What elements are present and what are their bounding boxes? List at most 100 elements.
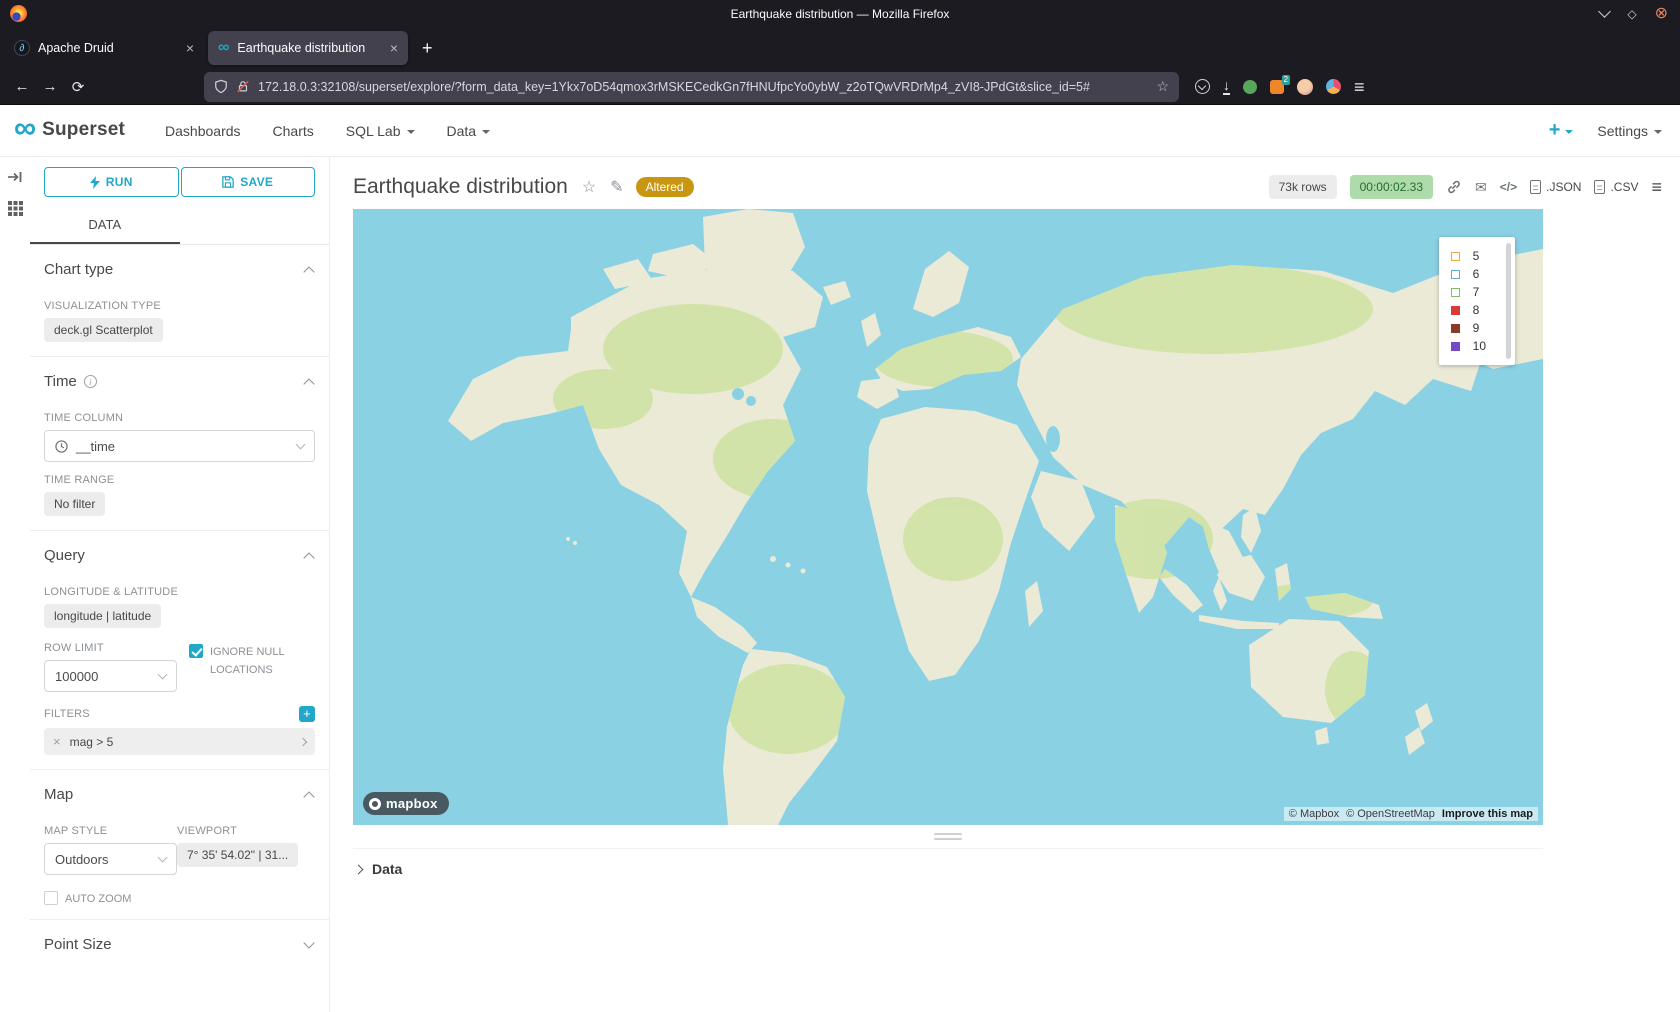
filter-chip[interactable]: × mag > 5 [44, 728, 315, 755]
copy-link-icon[interactable] [1446, 179, 1462, 195]
tab-close-icon[interactable]: × [186, 40, 194, 56]
close-icon[interactable]: ⊗ [1655, 6, 1668, 22]
legend-swatch-icon [1451, 324, 1460, 333]
chevron-down-icon [296, 440, 306, 450]
brand-name: Superset [42, 119, 125, 141]
map-canvas[interactable]: 5678910 mapbox © Mapbox © OpenStreetMap … [353, 209, 1543, 825]
favorite-star-icon[interactable]: ☆ [582, 177, 596, 197]
chevron-down-icon [158, 670, 168, 680]
insecure-lock-icon[interactable] [236, 79, 250, 94]
export-json-button[interactable]: .JSON [1530, 180, 1581, 194]
time-column-select[interactable]: __time [44, 430, 315, 462]
nav-item-sql-lab[interactable]: SQL Lab [346, 123, 415, 139]
viewport-tag[interactable]: 7° 35' 54.02" | 31... [177, 843, 298, 867]
run-label: RUN [106, 175, 133, 189]
embed-code-icon[interactable]: </> [1500, 180, 1517, 194]
email-share-icon[interactable]: ✉ [1475, 179, 1487, 196]
export-csv-button[interactable]: .CSV [1594, 180, 1638, 194]
section-time[interactable]: Timei [30, 357, 329, 400]
export-json-label: .JSON [1546, 180, 1581, 194]
map-style-select[interactable]: Outdoors [44, 843, 177, 875]
chevron-right-icon [354, 864, 364, 874]
tab-earthquake-distribution[interactable]: ∞ Earthquake distribution × [208, 31, 408, 65]
run-button[interactable]: RUN [44, 167, 179, 197]
pocket-icon[interactable] [1195, 79, 1210, 94]
new-tab-button[interactable]: + [422, 38, 433, 59]
attribution-osm[interactable]: © OpenStreetMap [1346, 808, 1435, 820]
lonlat-tag[interactable]: longitude | latitude [44, 604, 161, 628]
add-filter-button[interactable]: + [299, 706, 315, 722]
field-label: TIME COLUMN [44, 412, 123, 424]
nav-item-data[interactable]: Data [447, 123, 491, 139]
save-label: SAVE [240, 175, 273, 189]
reload-icon[interactable]: ⟳ [64, 74, 92, 100]
url-bar[interactable]: 172.18.0.3:32108/superset/explore/?form_… [204, 72, 1179, 102]
field-label: VIEWPORT [177, 825, 237, 837]
minimize-icon[interactable] [1598, 5, 1611, 18]
section-title: Point Size [44, 936, 112, 953]
file-icon [1594, 180, 1605, 194]
auto-zoom-checkbox[interactable]: AUTO ZOOM [44, 891, 315, 905]
section-chart-type[interactable]: Chart type [30, 245, 329, 288]
attribution-improve-link[interactable]: Improve this map [1442, 808, 1533, 820]
resize-handle[interactable] [353, 833, 1543, 840]
superset-infinity-icon: ∞ [14, 114, 36, 142]
left-icon-strip [0, 157, 30, 1012]
superset-navbar: ∞ Superset Dashboards Charts SQL Lab Dat… [0, 105, 1680, 157]
section-point-size[interactable]: Point Size [30, 920, 329, 963]
nav-label: SQL Lab [346, 123, 401, 139]
profile-avatar[interactable] [1297, 79, 1313, 95]
back-icon[interactable]: ← [8, 74, 36, 100]
bookmark-star-icon[interactable]: ☆ [1156, 78, 1169, 95]
menu-icon[interactable]: ≡ [1354, 78, 1365, 96]
extension-pinwheel-icon[interactable] [1326, 79, 1341, 94]
add-new-button[interactable]: + [1549, 119, 1574, 142]
time-range-tag[interactable]: No filter [44, 492, 105, 516]
data-results-section[interactable]: Data [353, 848, 1543, 889]
chevron-down-icon [158, 853, 168, 863]
nav-item-dashboards[interactable]: Dashboards [165, 123, 241, 139]
save-button[interactable]: SAVE [181, 167, 316, 197]
chevron-right-icon [299, 737, 307, 745]
checkbox-checked-icon[interactable] [189, 644, 203, 658]
tracking-shield-icon[interactable] [214, 79, 228, 94]
attribution-mapbox[interactable]: © Mapbox [1289, 808, 1339, 820]
checkbox-label: IGNORE NULL LOCATIONS [210, 644, 315, 679]
altered-badge[interactable]: Altered [636, 177, 694, 197]
firefox-icon [10, 5, 27, 22]
superset-logo[interactable]: ∞ Superset [14, 119, 125, 142]
forward-icon[interactable]: → [36, 74, 64, 100]
tab-close-icon[interactable]: × [390, 40, 398, 56]
url-text[interactable]: 172.18.0.3:32108/superset/explore/?form_… [258, 80, 1148, 94]
settings-menu[interactable]: Settings [1597, 123, 1662, 139]
row-limit-select[interactable]: 100000 [44, 660, 177, 692]
maximize-icon[interactable]: ◇ [1627, 7, 1636, 21]
legend-swatch-icon [1451, 252, 1460, 261]
downloads-icon[interactable]: ↓ [1223, 78, 1230, 96]
data-section-label: Data [372, 861, 402, 877]
nav-label: Charts [273, 123, 314, 139]
extension-green-icon[interactable] [1243, 80, 1257, 94]
nav-label: Dashboards [165, 123, 241, 139]
row-count-badge: 73k rows [1269, 175, 1337, 199]
chevron-up-icon [303, 266, 314, 277]
expand-panel-icon[interactable] [7, 169, 23, 185]
mapbox-logo[interactable]: mapbox [363, 792, 449, 815]
checkbox-unchecked-icon[interactable] [44, 891, 58, 905]
export-csv-label: .CSV [1610, 180, 1638, 194]
nav-item-charts[interactable]: Charts [273, 123, 314, 139]
section-map[interactable]: Map [30, 770, 329, 813]
viz-type-tag[interactable]: deck.gl Scatterplot [44, 318, 163, 342]
ignore-null-checkbox[interactable]: IGNORE NULL LOCATIONS [189, 644, 315, 679]
map-attribution: © Mapbox © OpenStreetMap Improve this ma… [1284, 807, 1538, 821]
tab-data[interactable]: DATA [30, 209, 180, 244]
edit-properties-icon[interactable]: ✎ [610, 177, 623, 197]
datasource-grid-icon[interactable] [8, 201, 23, 216]
section-query[interactable]: Query [30, 531, 329, 574]
lightning-icon [90, 176, 100, 189]
tab-apache-druid[interactable]: ∂ Apache Druid × [4, 31, 204, 65]
remove-filter-icon[interactable]: × [53, 734, 61, 749]
extension-orange-icon[interactable]: 2 [1270, 80, 1284, 94]
legend-label: 5 [1473, 249, 1480, 263]
chart-menu-icon[interactable]: ≡ [1651, 177, 1662, 198]
